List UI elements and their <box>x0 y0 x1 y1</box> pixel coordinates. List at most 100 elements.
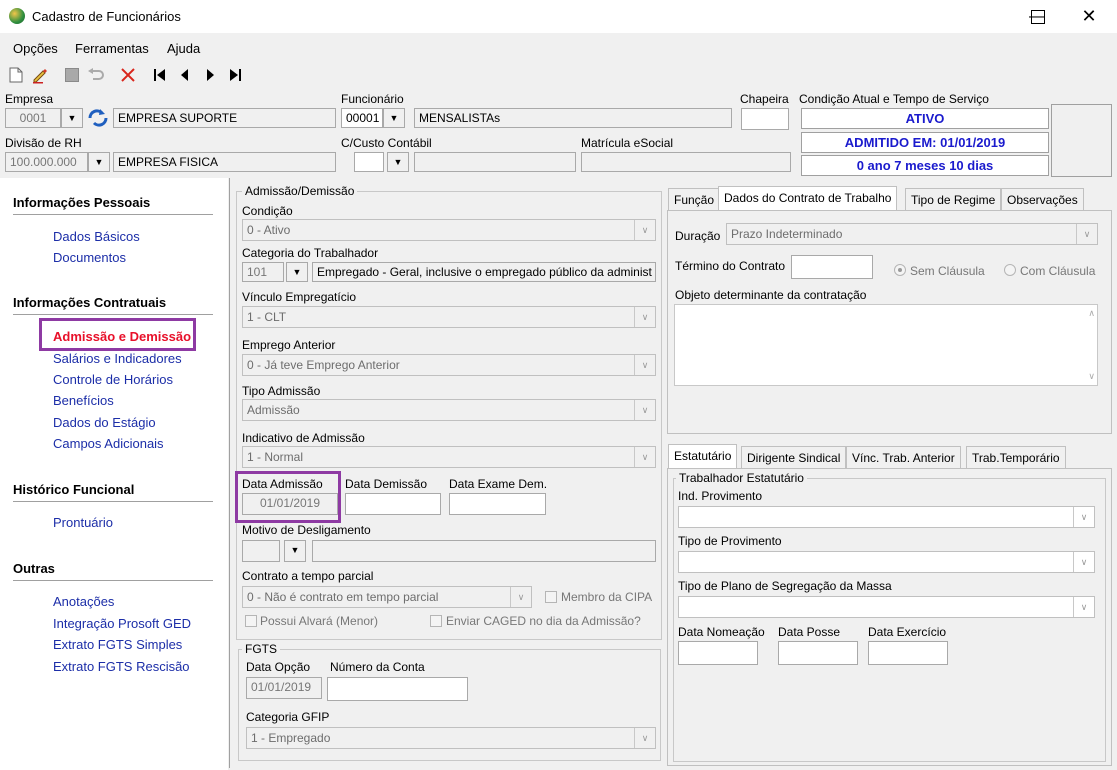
refresh-icon[interactable] <box>86 108 110 128</box>
tab-vinc-trab[interactable]: Vínc. Trab. Anterior <box>846 446 961 468</box>
motivo-label: Motivo de Desligamento <box>242 523 371 537</box>
matricula-input[interactable] <box>581 152 791 172</box>
termino-input[interactable] <box>791 255 873 279</box>
menu-ajuda[interactable]: Ajuda <box>167 41 200 56</box>
sidebar-item-fgts-rescisao[interactable]: Extrato FGTS Rescisão <box>53 659 190 674</box>
tipo-provimento-label: Tipo de Provimento <box>678 534 782 548</box>
categoria-code-input[interactable]: 101 <box>242 262 284 282</box>
emprego-select[interactable]: 0 - Já teve Emprego Anterior ∨ <box>242 354 656 376</box>
estatutario-group-title: Trabalhador Estatutário <box>676 471 807 485</box>
com-clausula-label: Com Cláusula <box>1020 264 1096 278</box>
plano-segregacao-select[interactable]: ∨ <box>678 596 1095 618</box>
cipa-label: Membro da CIPA <box>561 590 653 604</box>
close-button[interactable]: ✕ <box>1066 0 1112 33</box>
tipo-admissao-select[interactable]: Admissão ∨ <box>242 399 656 421</box>
save-icon[interactable] <box>63 66 81 84</box>
data-exame-input[interactable] <box>449 493 546 515</box>
window-title: Cadastro de Funcionários <box>32 9 181 24</box>
tab-observacoes[interactable]: Observações <box>1001 188 1084 210</box>
sidebar-item-beneficios[interactable]: Benefícios <box>53 393 114 408</box>
vinculo-label: Vínculo Empregatício <box>242 290 357 304</box>
data-exercicio-input[interactable] <box>868 641 948 665</box>
ind-provimento-select[interactable]: ∨ <box>678 506 1095 528</box>
sidebar-divider <box>13 501 213 502</box>
edit-pencil-icon[interactable] <box>31 66 49 84</box>
cipa-checkbox[interactable] <box>545 591 557 603</box>
tab-funcao[interactable]: Função <box>668 188 721 210</box>
com-clausula-radio[interactable] <box>1004 264 1016 276</box>
divisao-code-input[interactable]: 100.000.000 <box>5 152 88 172</box>
contrato-parcial-value: 0 - Não é contrato em tempo parcial <box>247 590 439 604</box>
previous-record-icon[interactable] <box>176 66 194 84</box>
conta-label: Número da Conta <box>330 660 425 674</box>
condicao-select[interactable]: 0 - Ativo ∨ <box>242 219 656 241</box>
data-posse-input[interactable] <box>778 641 858 665</box>
chapeira-input[interactable] <box>741 108 789 130</box>
sidebar-item-salarios[interactable]: Salários e Indicadores <box>53 351 182 366</box>
sidebar-item-documentos[interactable]: Documentos <box>53 250 126 265</box>
empresa-dropdown-button[interactable]: ▼ <box>61 108 83 128</box>
sidebar-item-anotacoes[interactable]: Anotações <box>53 594 114 609</box>
next-record-icon[interactable] <box>201 66 219 84</box>
menu-opcoes[interactable]: Opções <box>13 41 58 56</box>
sem-clausula-radio[interactable] <box>894 264 906 276</box>
vinculo-select[interactable]: 1 - CLT ∨ <box>242 306 656 328</box>
duracao-select[interactable]: Prazo Indeterminado ∨ <box>726 223 1098 245</box>
funcionario-dropdown-button[interactable]: ▼ <box>383 108 405 128</box>
funcionario-code-input[interactable]: 00001 <box>341 108 383 128</box>
contrato-parcial-label: Contrato a tempo parcial <box>242 569 374 583</box>
caged-checkbox[interactable] <box>430 615 442 627</box>
data-opcao-input[interactable]: 01/01/2019 <box>246 677 322 699</box>
condicao-value: 0 - Ativo <box>247 223 291 237</box>
objeto-textarea[interactable]: ∧ ∨ <box>674 304 1098 386</box>
sidebar-heading-contratuais: Informações Contratuais <box>13 295 167 310</box>
sidebar-item-fgts-simples[interactable]: Extrato FGTS Simples <box>53 637 182 652</box>
chevron-down-icon: ∨ <box>634 220 655 240</box>
termino-label: Término do Contrato <box>675 259 786 273</box>
duracao-label: Duração <box>675 229 721 243</box>
sidebar-item-campos[interactable]: Campos Adicionais <box>53 436 164 451</box>
data-admissao-input[interactable]: 01/01/2019 <box>242 493 338 515</box>
motivo-dropdown-button[interactable]: ▼ <box>284 540 306 562</box>
sidebar-item-controle[interactable]: Controle de Horários <box>53 372 173 387</box>
custo-code-input[interactable] <box>354 152 384 172</box>
indicativo-select[interactable]: 1 - Normal ∨ <box>242 446 656 468</box>
chevron-down-icon: ∨ <box>634 307 655 327</box>
tab-tipo-regime[interactable]: Tipo de Regime <box>905 188 1002 210</box>
sidebar-item-admissao[interactable]: Admissão e Demissão <box>53 329 191 344</box>
sidebar-item-estagio[interactable]: Dados do Estágio <box>53 415 156 430</box>
categoria-dropdown-button[interactable]: ▼ <box>286 262 308 282</box>
menu-ferramentas[interactable]: Ferramentas <box>75 41 149 56</box>
photo-box[interactable] <box>1051 104 1112 177</box>
caged-label: Enviar CAGED no dia da Admissão? <box>446 614 641 628</box>
tipo-provimento-select[interactable]: ∨ <box>678 551 1095 573</box>
data-demissao-input[interactable] <box>345 493 441 515</box>
gfip-select[interactable]: 1 - Empregado ∨ <box>246 727 656 749</box>
alvara-checkbox[interactable] <box>245 615 257 627</box>
scroll-up-icon[interactable]: ∧ <box>1088 308 1095 319</box>
tipo-admissao-label: Tipo Admissão <box>242 384 321 398</box>
empresa-code-input[interactable]: 0001 <box>5 108 61 128</box>
tab-estatutario[interactable]: Estatutário <box>668 444 738 468</box>
tab-dirigente[interactable]: Dirigente Sindical <box>741 446 847 468</box>
sidebar-item-prontuario[interactable]: Prontuário <box>53 515 113 530</box>
sidebar-item-ged[interactable]: Integração Prosoft GED <box>53 616 191 631</box>
divisao-dropdown-button[interactable]: ▼ <box>88 152 110 172</box>
conta-input[interactable] <box>327 677 468 701</box>
sidebar-item-dados-basicos[interactable]: Dados Básicos <box>53 229 140 244</box>
custo-dropdown-button[interactable]: ▼ <box>387 152 409 172</box>
indicativo-label: Indicativo de Admissão <box>242 431 365 445</box>
last-record-icon[interactable] <box>226 66 244 84</box>
tab-dados-contrato[interactable]: Dados do Contrato de Trabalho <box>718 186 898 210</box>
data-nomeacao-input[interactable] <box>678 641 758 665</box>
scroll-down-icon[interactable]: ∨ <box>1088 371 1095 382</box>
undo-icon[interactable] <box>87 66 105 84</box>
first-record-icon[interactable] <box>151 66 169 84</box>
maximize-button[interactable] <box>1031 10 1045 24</box>
tab-temporario[interactable]: Trab.Temporário <box>966 446 1066 468</box>
data-demissao-label: Data Demissão <box>345 477 428 491</box>
contrato-parcial-select[interactable]: 0 - Não é contrato em tempo parcial ∨ <box>242 586 532 608</box>
motivo-code-input[interactable] <box>242 540 280 562</box>
delete-icon[interactable] <box>119 66 137 84</box>
new-document-icon[interactable] <box>7 66 25 84</box>
